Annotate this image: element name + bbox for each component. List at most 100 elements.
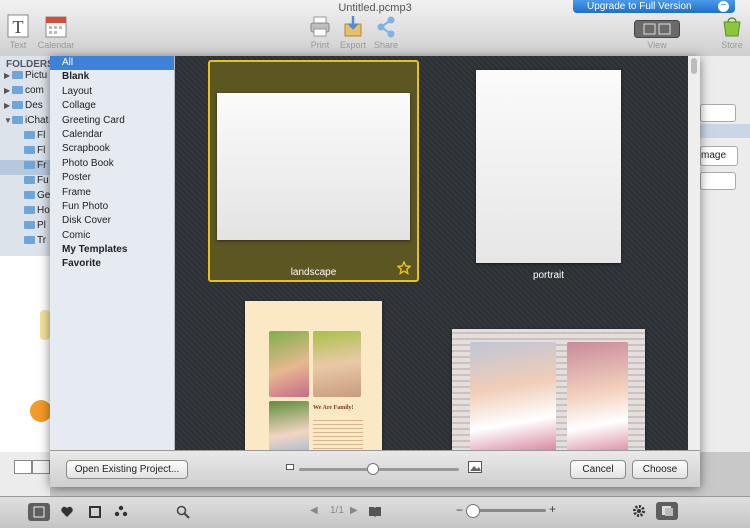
folder-item[interactable]: Pl [0, 220, 50, 235]
folder-item[interactable]: Tr [0, 235, 50, 250]
template-card-landscape[interactable]: landscape [208, 60, 419, 282]
share-icon [375, 14, 397, 38]
template-label: portrait [532, 270, 565, 281]
upgrade-button[interactable]: Upgrade to Full Version − [573, 0, 735, 13]
svg-text:T: T [13, 17, 24, 37]
category-list: All Blank Layout Collage Greeting Card Calend… [50, 56, 174, 272]
template-card-collage[interactable] [452, 329, 645, 450]
category-item-comic[interactable]: Comic [50, 229, 174, 243]
disclosure-triangle-icon[interactable]: ▶ [4, 101, 12, 110]
folder-item[interactable]: Fl [0, 130, 50, 145]
list-view-icon[interactable] [32, 460, 50, 474]
photos-tab-button[interactable] [28, 503, 50, 521]
template-scrollbar[interactable] [688, 56, 700, 450]
thumbnail-size-slider[interactable] [299, 468, 459, 471]
folder-item[interactable]: ▶ Pictu [0, 70, 50, 85]
template-scrollbar-thumb[interactable] [691, 58, 697, 74]
properties-section-header [700, 124, 750, 138]
folder-icon [24, 161, 35, 169]
folder-icon [12, 71, 23, 79]
share-button[interactable]: Share [364, 14, 408, 50]
category-item-poster[interactable]: Poster [50, 171, 174, 185]
large-thumbnail-icon[interactable] [468, 461, 482, 476]
bottom-bar: ◀ 1/1 ▶ − + [0, 496, 750, 528]
folder-icon [24, 176, 35, 184]
template-card-portrait[interactable]: portrait [443, 60, 654, 282]
zoom-out-icon[interactable]: − [456, 503, 463, 517]
sticker-thumbnail [40, 310, 50, 340]
cancel-button[interactable]: Cancel [570, 460, 626, 479]
folder-item[interactable]: ▼ iChat [0, 115, 50, 130]
upgrade-label: Upgrade to Full Version [587, 1, 692, 12]
category-item-frame[interactable]: Frame [50, 186, 174, 200]
greeting-photo [269, 331, 309, 397]
greeting-heading: We Are Family! [313, 405, 354, 411]
folders-header: FOLDERS [6, 59, 54, 70]
folder-item[interactable]: Ho [0, 205, 50, 220]
small-thumbnail-icon[interactable] [285, 462, 295, 475]
category-item-disk-cover[interactable]: Disk Cover [50, 214, 174, 228]
image-button[interactable]: mage [700, 146, 738, 166]
template-grid: landscape portrait We Are Family! [175, 56, 688, 450]
disclosure-triangle-icon[interactable]: ▶ [4, 86, 12, 95]
collage-photo [470, 342, 556, 450]
folder-icon [24, 131, 35, 139]
collage-photo [567, 342, 628, 450]
folder-icon [12, 101, 23, 109]
share-label: Share [373, 40, 399, 50]
layers-button[interactable] [656, 502, 678, 520]
zoom-slider-knob[interactable] [466, 504, 480, 518]
book-icon[interactable] [368, 505, 382, 520]
grid-view-icon[interactable] [14, 460, 32, 474]
category-item-photo-book[interactable]: Photo Book [50, 157, 174, 171]
view-button[interactable]: View [633, 14, 681, 50]
heart-icon[interactable] [60, 505, 74, 522]
category-item-collage[interactable]: Collage [50, 99, 174, 113]
folder-icon [24, 206, 35, 214]
category-item-scrapbook[interactable]: Scrapbook [50, 142, 174, 156]
frame-icon[interactable] [88, 505, 102, 522]
greeting-body-text [313, 417, 363, 450]
category-item-blank[interactable]: Blank [50, 70, 174, 84]
thumbnail-size-knob[interactable] [366, 463, 379, 475]
page-indicator: 1/1 [330, 505, 344, 516]
folder-icon [24, 191, 35, 199]
template-label: landscape [290, 267, 337, 278]
zoom-icon[interactable] [176, 505, 190, 522]
calendar-tool-button[interactable]: Calendar [34, 14, 78, 50]
category-item-fun-photo[interactable]: Fun Photo [50, 200, 174, 214]
greeting-photo [313, 331, 361, 397]
disclosure-triangle-icon[interactable]: ▼ [4, 116, 12, 125]
zoom-in-icon[interactable]: + [549, 502, 556, 516]
category-item-my-templates[interactable]: My Templates [50, 243, 174, 257]
folders-panel: FOLDERS ▶ Pictu ▶ com ▶ Des ▼ iChat Fl Fl Fr… [0, 56, 54, 256]
folder-item[interactable]: ▶ Des [0, 100, 50, 115]
portrait-thumbnail [476, 70, 621, 263]
sticker-thumbnail [30, 400, 52, 422]
folder-item[interactable]: Fl [0, 145, 50, 160]
store-label: Store [721, 40, 743, 50]
disclosure-triangle-icon[interactable]: ▶ [4, 71, 12, 80]
category-item-greeting-card[interactable]: Greeting Card [50, 114, 174, 128]
previous-page-icon[interactable]: ◀ [310, 505, 318, 516]
gear-icon[interactable] [632, 504, 646, 521]
next-page-icon[interactable]: ▶ [350, 505, 358, 516]
template-card-greeting[interactable]: We Are Family! [245, 301, 382, 450]
folder-icon [24, 221, 35, 229]
folder-item[interactable]: Fu [0, 175, 50, 190]
folder-item[interactable]: Ge [0, 190, 50, 205]
folder-item[interactable]: Fr [0, 160, 50, 175]
choose-button[interactable]: Choose [632, 460, 688, 479]
category-item-calendar[interactable]: Calendar [50, 128, 174, 142]
store-button[interactable]: Store [710, 14, 750, 50]
category-item-favorite[interactable]: Favorite [50, 257, 174, 271]
properties-select[interactable] [700, 172, 736, 190]
open-existing-project-button[interactable]: Open Existing Project... [66, 460, 188, 479]
clipart-icon[interactable] [114, 505, 128, 522]
category-item-all[interactable]: All [50, 56, 174, 71]
folder-icon [12, 86, 23, 94]
category-item-layout[interactable]: Layout [50, 85, 174, 99]
properties-select[interactable] [700, 104, 736, 122]
folder-item[interactable]: ▶ com [0, 85, 50, 100]
favorite-star-icon[interactable] [396, 260, 412, 278]
